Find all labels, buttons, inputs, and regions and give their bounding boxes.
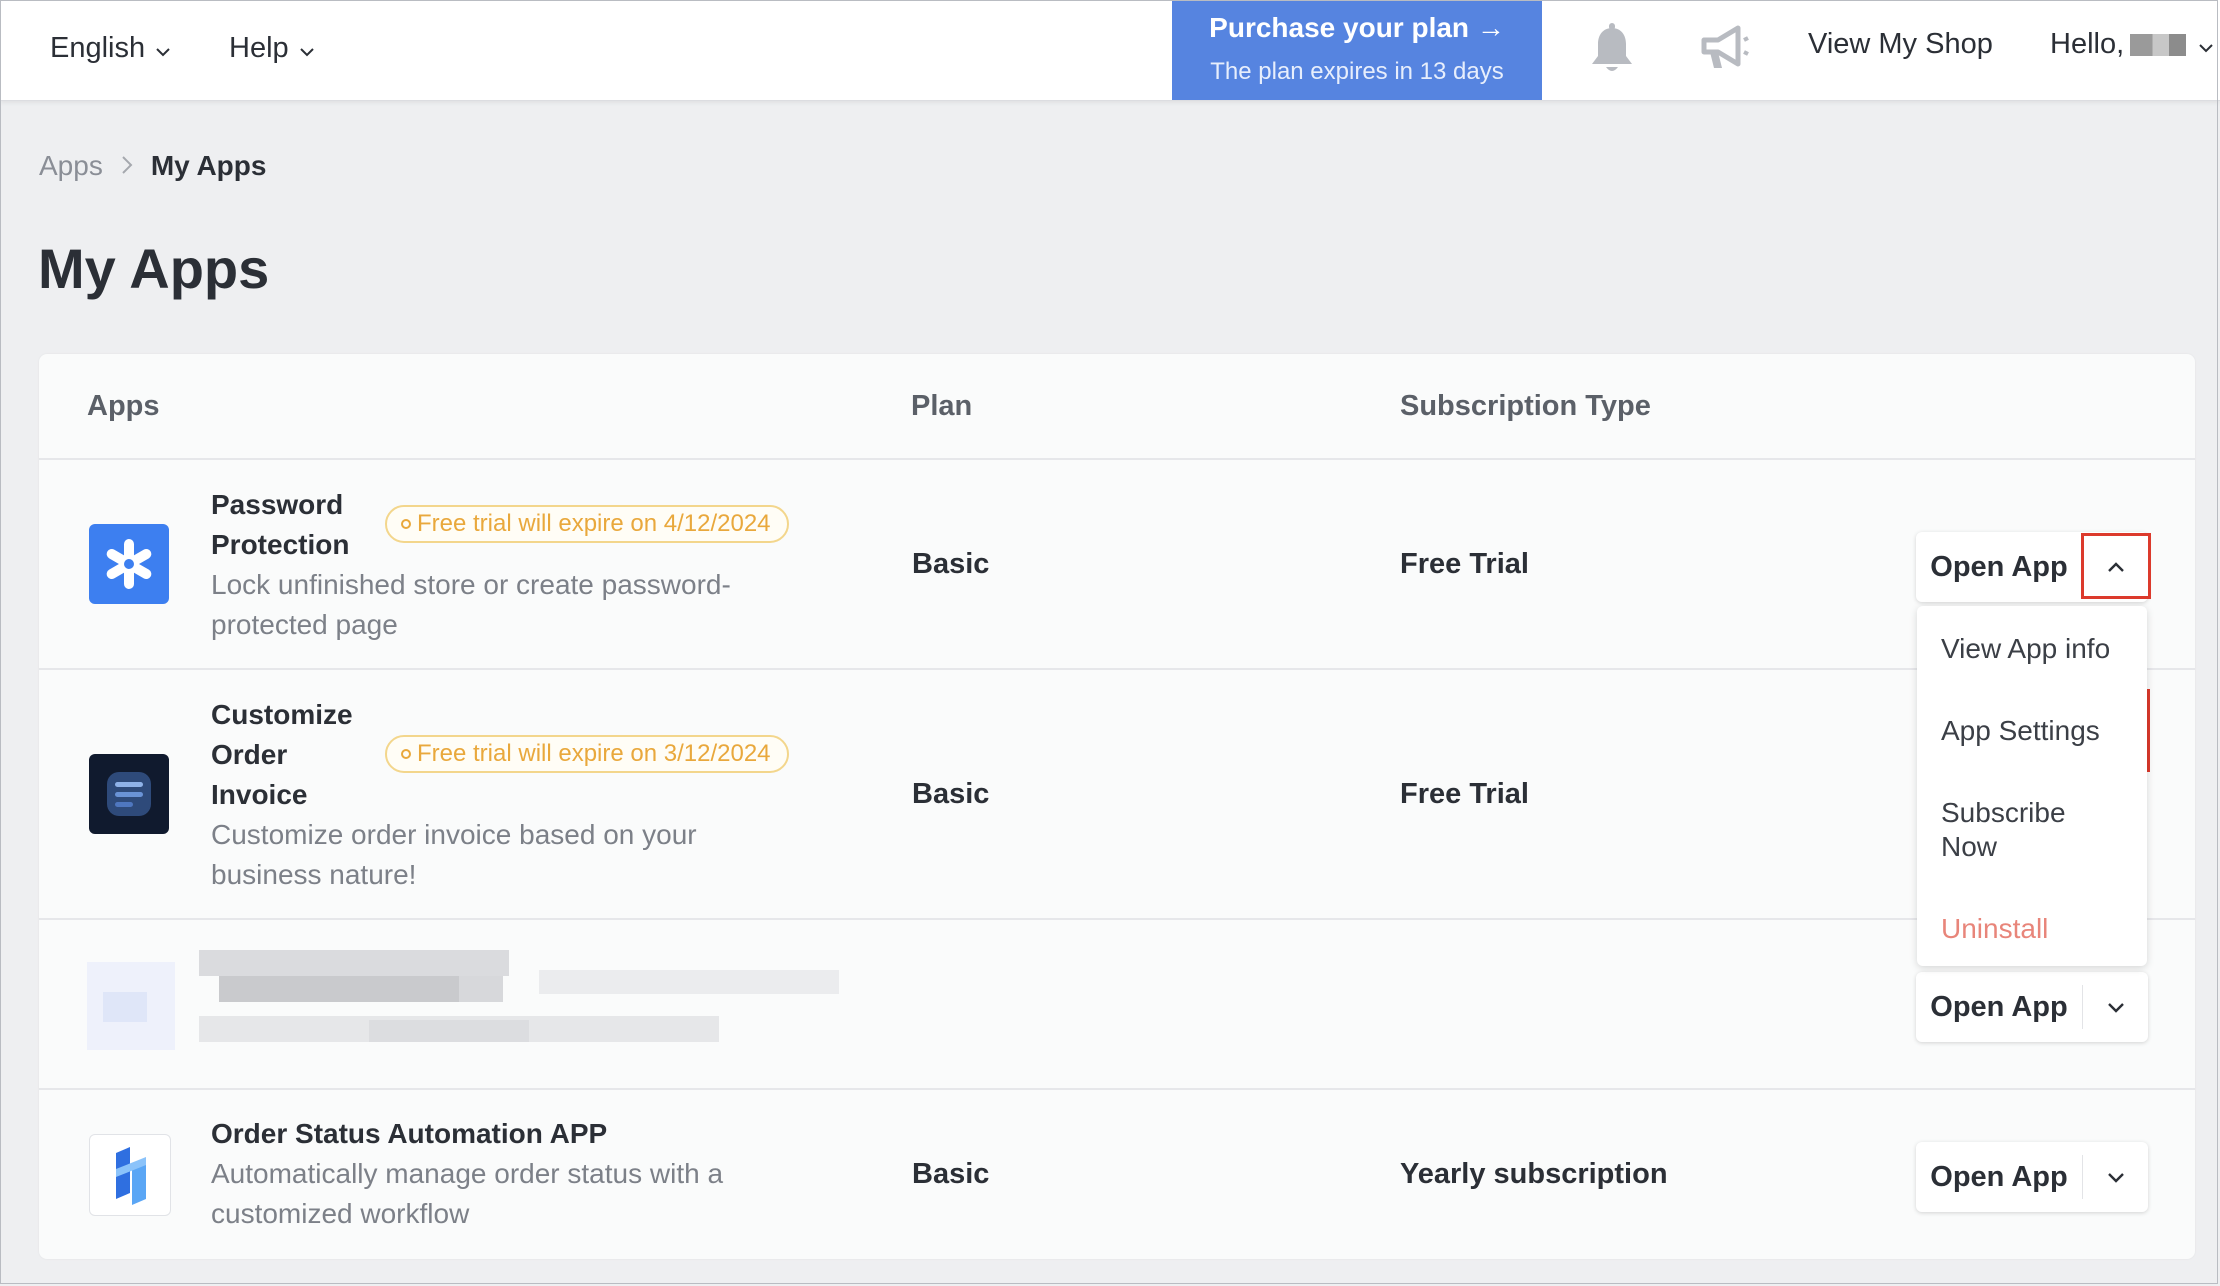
app-name: Order Status Automation APP — [211, 1118, 608, 1149]
app-name: Invoice — [211, 779, 308, 810]
badge-text: Free trial will expire on 3/12/2024 — [417, 740, 771, 767]
asterisk-icon — [89, 524, 169, 604]
user-menu[interactable]: Hello, — [2050, 28, 2214, 61]
chevron-right-icon — [121, 150, 133, 182]
chevron-down-icon[interactable] — [2083, 1142, 2148, 1212]
app-description: Customize order invoice based on your — [211, 819, 697, 850]
app-description: customized workflow — [211, 1198, 470, 1229]
help-dropdown[interactable]: Help — [229, 24, 315, 72]
invoice-icon — [89, 754, 169, 834]
open-app-split-button: Open App — [1916, 972, 2148, 1042]
table-row: Open App — [39, 920, 2195, 1086]
app-name: Order — [211, 739, 288, 770]
dot-icon — [401, 519, 411, 529]
row-divider — [39, 1088, 2195, 1090]
breadcrumb: Apps My Apps — [39, 150, 266, 182]
subscription-cell: Free Trial — [1400, 548, 1529, 580]
column-header-plan: Plan — [911, 390, 973, 422]
status-flow-icon — [89, 1134, 171, 1216]
breadcrumb-current: My Apps — [150, 150, 267, 181]
chevron-down-icon[interactable] — [2083, 972, 2148, 1042]
bell-icon[interactable] — [1586, 22, 1638, 76]
app-description: Automatically manage order status with a — [211, 1158, 724, 1189]
plan-cell: Basic — [912, 778, 990, 810]
open-app-split-button: Open App — [1916, 1142, 2148, 1212]
language-dropdown[interactable]: English — [50, 24, 171, 72]
app-description: business nature! — [211, 859, 417, 890]
chevron-down-icon — [2198, 28, 2214, 61]
row-divider — [39, 668, 2195, 670]
apps-table: Apps Plan Subscription Type Password Pro… — [39, 354, 2195, 1259]
menu-item-app-settings[interactable]: App Settings — [1941, 714, 2100, 748]
plan-expiry-text: The plan expires in 13 days — [1210, 58, 1504, 85]
chevron-down-icon — [155, 32, 171, 65]
subscription-cell: Yearly subscription — [1400, 1158, 1668, 1190]
open-app-button[interactable]: Open App — [1916, 1161, 2082, 1194]
app-description: protected page — [211, 609, 398, 640]
app-name: Password — [211, 489, 344, 520]
plan-cell: Basic — [912, 548, 990, 580]
app-actions-menu: View App info App Settings Subscribe Now… — [1917, 606, 2147, 966]
redacted-username — [2130, 33, 2187, 56]
view-my-shop-link[interactable]: View My Shop — [1808, 28, 1993, 61]
purchase-plan-button[interactable]: Purchase your plan → The plan expires in… — [1172, 0, 1542, 100]
app-name: Customize — [211, 699, 353, 730]
open-app-split-button: Open App — [1916, 532, 2148, 602]
language-label: English — [50, 31, 146, 64]
column-header-subscription: Subscription Type — [1400, 390, 1651, 422]
trial-expiry-badge: Free trial will expire on 3/12/2024 — [385, 735, 789, 773]
open-app-button[interactable]: Open App — [1916, 991, 2082, 1024]
megaphone-icon[interactable] — [1696, 24, 1752, 72]
open-app-button[interactable]: Open App — [1916, 551, 2082, 584]
chevron-down-icon — [299, 32, 315, 65]
subscribe-line: Now — [1941, 831, 1998, 862]
dot-icon — [401, 749, 411, 759]
purchase-plan-title: Purchase your plan → — [1209, 12, 1505, 43]
plan-cell: Basic — [912, 1158, 990, 1190]
subscribe-line: Subscribe — [1941, 797, 2066, 828]
app-description: Lock unfinished store or create password… — [211, 569, 731, 600]
subscription-cell: Free Trial — [1400, 778, 1529, 810]
header-divider — [39, 458, 2195, 460]
greeting-text: Hello, — [2050, 28, 2125, 60]
badge-text: Free trial will expire on 4/12/2024 — [417, 510, 771, 537]
breadcrumb-apps-link[interactable]: Apps — [39, 150, 103, 182]
app-name: Protection — [211, 529, 350, 560]
page-title: My Apps — [38, 237, 270, 300]
top-bar: English Help Purchase your plan → The pl… — [0, 0, 2220, 101]
trial-expiry-badge: Free trial will expire on 4/12/2024 — [385, 505, 789, 543]
column-header-apps: Apps — [87, 390, 160, 422]
help-label: Help — [229, 31, 289, 64]
chevron-up-icon[interactable] — [2083, 532, 2148, 602]
menu-item-subscribe-now[interactable]: Subscribe Now — [1941, 796, 2066, 864]
menu-item-view-app-info[interactable]: View App info — [1941, 632, 2110, 666]
menu-item-uninstall[interactable]: Uninstall — [1941, 912, 2048, 946]
